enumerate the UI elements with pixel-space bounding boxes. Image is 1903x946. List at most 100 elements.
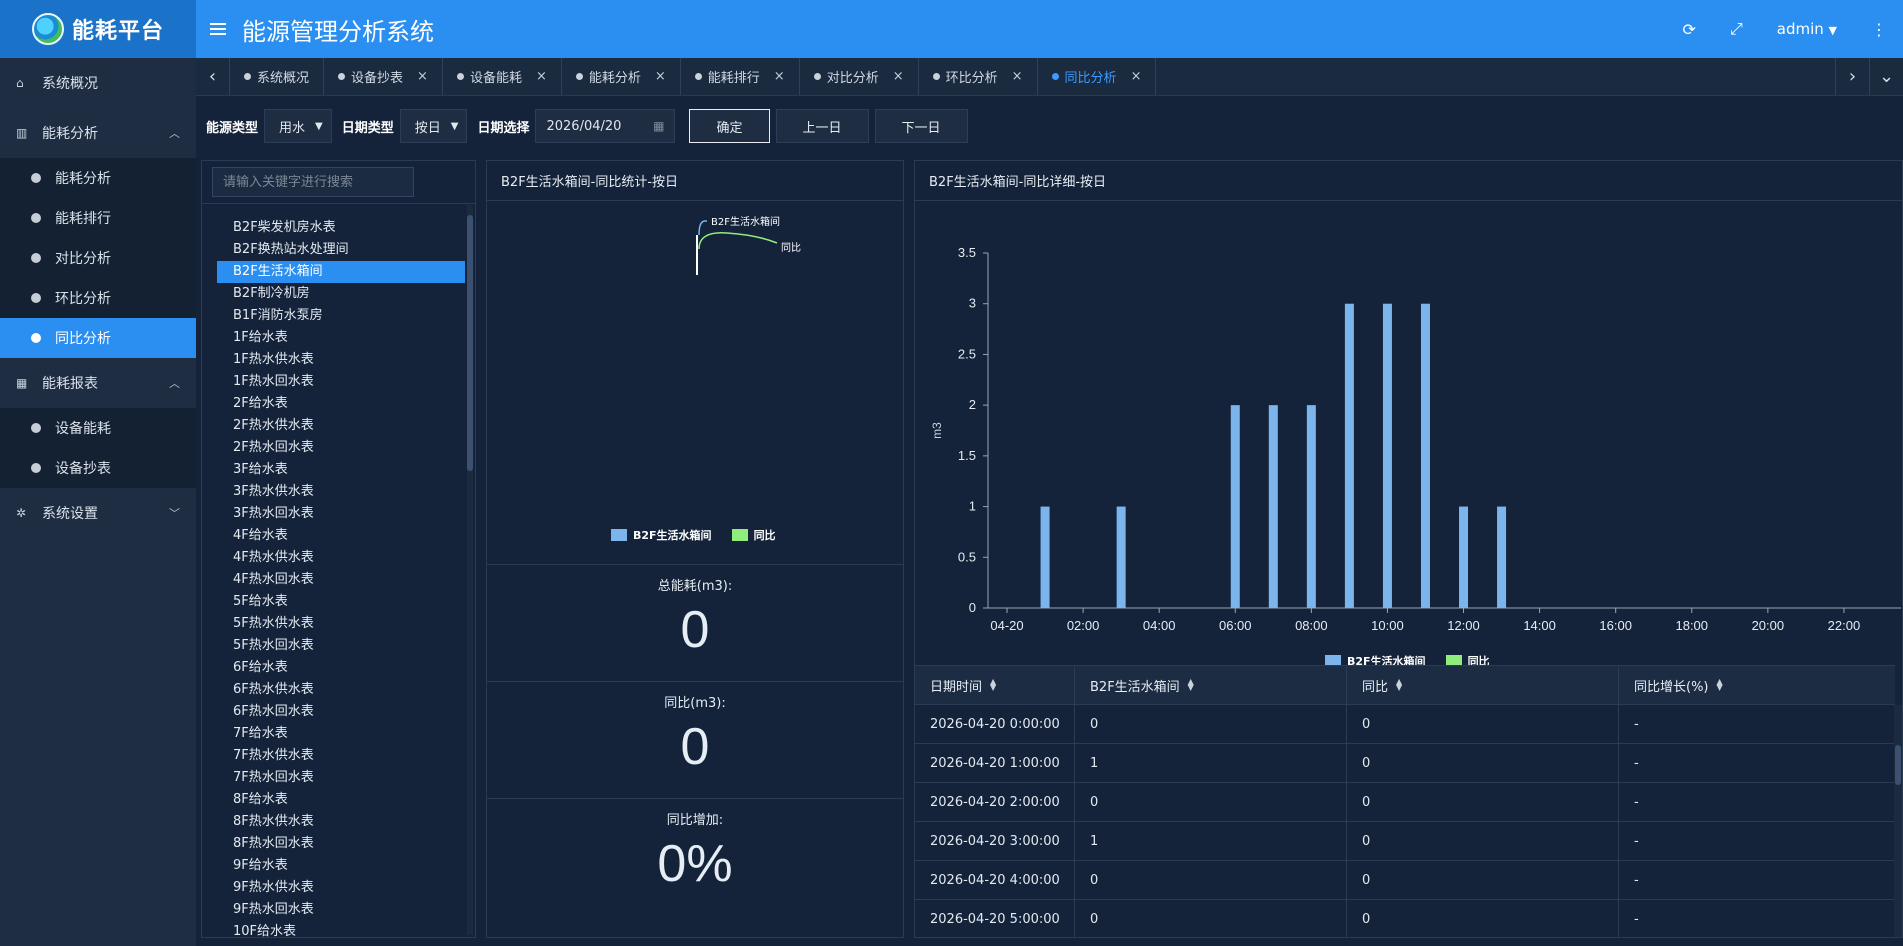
sidebar-item-energy-ranking[interactable]: 能耗排行	[0, 198, 196, 238]
tab-6[interactable]: 环比分析 ×	[919, 58, 1038, 95]
tree-item[interactable]: 3F热水供水表	[217, 481, 465, 503]
tree-item[interactable]: 3F热水回水表	[217, 503, 465, 525]
tree-item[interactable]: 4F给水表	[217, 525, 465, 547]
x-tick-label: 18:00	[1675, 618, 1708, 633]
tab-4[interactable]: 能耗排行 ×	[681, 58, 800, 95]
date-type-select[interactable]: 按日 ▼	[399, 109, 468, 143]
tab-close-icon[interactable]: ×	[655, 69, 666, 84]
tree-scroll-thumb[interactable]	[467, 215, 473, 471]
table-row[interactable]: 2026-04-20 0:00:00 0 0-	[915, 705, 1895, 744]
fullscreen-icon[interactable]: ⤢	[1730, 19, 1743, 39]
tree-search-input[interactable]	[212, 167, 414, 197]
yoy-value: 0	[680, 718, 710, 776]
column-header-datetime[interactable]: 日期时间 ▲ ▼	[915, 666, 1075, 704]
tree-item[interactable]: 2F给水表	[217, 393, 465, 415]
tree-item[interactable]: 8F热水供水表	[217, 811, 465, 833]
tree-item[interactable]: 6F热水供水表	[217, 679, 465, 701]
tree-item[interactable]: 5F热水供水表	[217, 613, 465, 635]
tree-item[interactable]: 4F热水供水表	[217, 547, 465, 569]
tree-item[interactable]: 3F给水表	[217, 459, 465, 481]
sidebar-group-overview[interactable]: ⌂ 系统概况	[0, 58, 196, 108]
table-scroll-thumb[interactable]	[1895, 745, 1901, 785]
sidebar-item-energy-analysis[interactable]: 能耗分析	[0, 158, 196, 198]
tab-3[interactable]: 能耗分析 ×	[562, 58, 681, 95]
tree-item[interactable]: 7F热水回水表	[217, 767, 465, 789]
tab-close-icon[interactable]: ×	[417, 69, 428, 84]
tree-item[interactable]: 5F热水回水表	[217, 635, 465, 657]
table-scrollbar[interactable]	[1894, 705, 1902, 937]
x-tick-label: 20:00	[1752, 618, 1785, 633]
tree-item[interactable]: B2F生活水箱间	[217, 261, 465, 283]
tab-close-icon[interactable]: ×	[536, 69, 547, 84]
tab-close-icon[interactable]: ×	[1012, 69, 1023, 84]
sidebar-group-analysis[interactable]: ▥ 能耗分析 ︿	[0, 108, 196, 158]
tab-0[interactable]: 系统概况	[230, 58, 325, 95]
table-row[interactable]: 2026-04-20 5:00:00 0 0-	[915, 900, 1895, 937]
tab-close-icon[interactable]: ×	[1131, 69, 1142, 84]
tree-item[interactable]: 1F热水供水表	[217, 349, 465, 371]
table-row[interactable]: 2026-04-20 3:00:00 1 0-	[915, 822, 1895, 861]
tree-item[interactable]: 8F热水回水表	[217, 833, 465, 855]
tree-item[interactable]: 4F热水回水表	[217, 569, 465, 591]
date-input[interactable]: 2026/04/20 ▦	[535, 109, 676, 143]
next-day-button[interactable]: 下一日	[874, 109, 968, 143]
tree-item[interactable]: 1F给水表	[217, 327, 465, 349]
tree-item[interactable]: 9F热水供水表	[217, 877, 465, 899]
table-header: 日期时间 ▲ ▼ B2F生活水箱间 ▲ ▼ 同比 ▲ ▼ 同比增长(%) ▲ ▼	[915, 665, 1895, 705]
tree-item[interactable]: 6F给水表	[217, 657, 465, 679]
prev-day-button[interactable]: 上一日	[775, 109, 869, 143]
tree-item[interactable]: 9F热水回水表	[217, 899, 465, 921]
sidebar-group-settings[interactable]: ✲ 系统设置 ﹀	[0, 488, 196, 538]
tree-item[interactable]: B2F换热站水处理间	[217, 239, 465, 261]
tree-item[interactable]: 1F热水回水表	[217, 371, 465, 393]
tab-close-icon[interactable]: ×	[774, 69, 785, 84]
tab-scroll-right-icon[interactable]: ›	[1835, 58, 1869, 95]
column-header-device[interactable]: B2F生活水箱间 ▲ ▼	[1075, 666, 1347, 704]
tree-item[interactable]: B1F消防水泵房	[217, 305, 465, 327]
user-menu[interactable]: admin ▼	[1777, 20, 1837, 38]
menu-toggle-icon[interactable]	[210, 23, 226, 35]
tree-item[interactable]: 10F给水表	[217, 921, 465, 937]
tree-item[interactable]: 2F热水供水表	[217, 415, 465, 437]
sidebar-group-reports[interactable]: ▦ 能耗报表 ︿	[0, 358, 196, 408]
tab-7[interactable]: 同比分析 ×	[1038, 58, 1157, 95]
table-row[interactable]: 2026-04-20 1:00:00 1 0-	[915, 744, 1895, 783]
tab-1[interactable]: 设备抄表 ×	[324, 58, 443, 95]
sidebar-item-device-energy[interactable]: 设备能耗	[0, 408, 196, 448]
home-icon: ⌂	[16, 76, 24, 90]
sidebar-item-yoy[interactable]: 同比分析	[0, 318, 196, 358]
column-header-yoy[interactable]: 同比 ▲ ▼	[1347, 666, 1619, 704]
tab-close-icon[interactable]: ×	[893, 69, 904, 84]
column-header-yoy-growth[interactable]: 同比增长(%) ▲ ▼	[1619, 666, 1895, 704]
tree-item[interactable]: B2F制冷机房	[217, 283, 465, 305]
tree-item[interactable]: B2F柴发机房水表	[217, 217, 465, 239]
energy-type-select[interactable]: 用水 ▼	[264, 109, 332, 143]
tab-dropdown-icon[interactable]: ⌄	[1869, 58, 1903, 95]
more-icon[interactable]: ⋮	[1871, 20, 1887, 39]
table-row[interactable]: 2026-04-20 2:00:00 0 0-	[915, 783, 1895, 822]
tree-scrollbar[interactable]	[467, 205, 473, 935]
sidebar-item-mom[interactable]: 环比分析	[0, 278, 196, 318]
legend-item[interactable]: 同比	[731, 527, 776, 543]
legend-item[interactable]: B2F生活水箱间	[611, 527, 712, 543]
tree-item[interactable]: 7F给水表	[217, 723, 465, 745]
tab-5[interactable]: 对比分析 ×	[800, 58, 919, 95]
tab-2[interactable]: 设备能耗 ×	[443, 58, 562, 95]
tree-item[interactable]: 7F热水供水表	[217, 745, 465, 767]
sidebar-item-meter-reading[interactable]: 设备抄表	[0, 448, 196, 488]
bar-11-00	[1420, 303, 1430, 608]
table-row[interactable]: 2026-04-20 4:00:00 0 0-	[915, 861, 1895, 900]
tree-item[interactable]: 8F给水表	[217, 789, 465, 811]
tree-item[interactable]: 2F热水回水表	[217, 437, 465, 459]
confirm-button[interactable]: 确定	[689, 109, 770, 143]
tab-scroll-left-icon[interactable]: ‹	[196, 58, 230, 95]
sidebar-item-comparison[interactable]: 对比分析	[0, 238, 196, 278]
pie-label-2: 同比	[781, 242, 801, 254]
tree-item[interactable]: 9F给水表	[217, 855, 465, 877]
total-energy-label: 总能耗(m3):	[657, 579, 733, 594]
tab-dot-icon	[813, 73, 821, 80]
sort-icon: ▲ ▼	[1187, 677, 1194, 692]
tree-item[interactable]: 6F热水回水表	[217, 701, 465, 723]
refresh-icon[interactable]: ⟳	[1683, 20, 1696, 39]
tree-item[interactable]: 5F给水表	[217, 591, 465, 613]
